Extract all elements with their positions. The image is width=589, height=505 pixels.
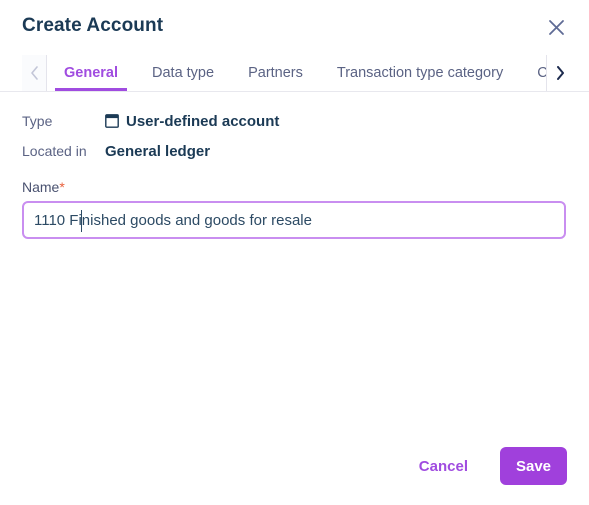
- required-marker: *: [59, 179, 65, 195]
- type-value-group: User-defined account: [105, 113, 279, 130]
- tab-currency[interactable]: Curre: [520, 55, 546, 91]
- page-title: Create Account: [22, 15, 164, 36]
- located-in-row: Located in General ledger: [22, 140, 567, 162]
- dialog-form: Type User-defined account Located in Gen…: [0, 92, 589, 427]
- tab-partners[interactable]: Partners: [231, 55, 320, 91]
- account-card-icon: [105, 114, 119, 128]
- text-caret: [81, 210, 82, 232]
- close-icon[interactable]: [543, 14, 569, 40]
- tab-label: Partners: [248, 65, 303, 81]
- name-input[interactable]: [34, 211, 554, 229]
- chevron-left-icon[interactable]: [22, 55, 47, 91]
- create-account-dialog: Create Account General Data type Partner…: [0, 0, 589, 505]
- name-label-text: Name: [22, 179, 60, 195]
- type-row: Type User-defined account: [22, 110, 567, 132]
- tab-label: General: [64, 65, 118, 81]
- chevron-right-icon[interactable]: [546, 55, 573, 91]
- name-field-block: Name*: [22, 179, 567, 239]
- tab-label: Transaction type category: [336, 65, 504, 81]
- tab-data-type[interactable]: Data type: [135, 55, 231, 91]
- cancel-button[interactable]: Cancel: [405, 448, 482, 485]
- dialog-footer: Cancel Save: [0, 427, 589, 505]
- tab-label: Data type: [152, 65, 215, 81]
- type-label: Type: [22, 113, 53, 129]
- tab-general[interactable]: General: [47, 55, 135, 91]
- tab-label: Curre: [537, 65, 546, 81]
- dialog-header: Create Account: [0, 0, 589, 55]
- name-label: Name*: [22, 179, 567, 195]
- tab-transaction-type-category[interactable]: Transaction type category: [320, 55, 520, 91]
- name-input-wrapper[interactable]: [22, 201, 566, 239]
- save-button[interactable]: Save: [500, 447, 567, 485]
- type-value: User-defined account: [126, 112, 280, 130]
- tab-strip: General Data type Partners Transaction t…: [0, 55, 589, 92]
- tab-list: General Data type Partners Transaction t…: [47, 55, 546, 91]
- located-in-label: Located in: [22, 143, 87, 159]
- located-in-value: General ledger: [105, 142, 211, 160]
